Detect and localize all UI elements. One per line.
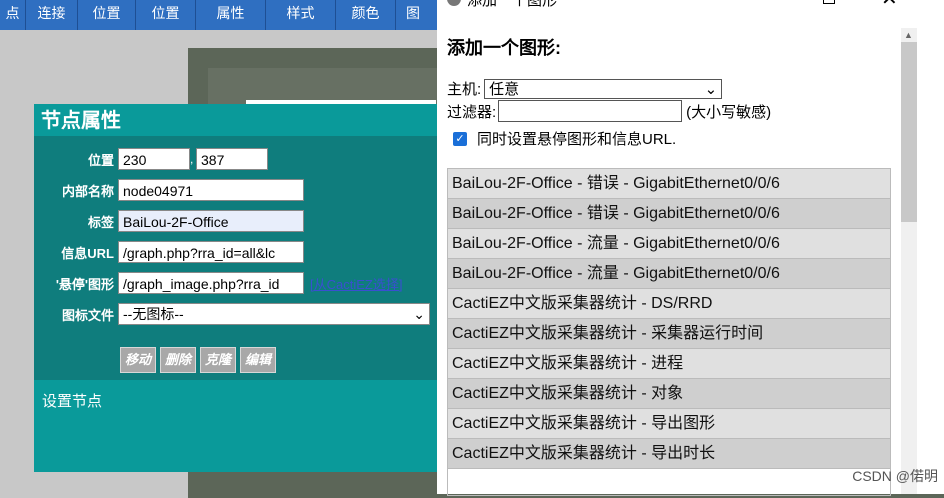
icon-file-select[interactable]: --无图标-- ⌄	[118, 303, 430, 325]
position-x-input[interactable]: 230	[118, 148, 190, 170]
set-node-text: 设置节点	[42, 393, 103, 410]
list-item[interactable]: BaiLou-2F-Office - 流量 - GigabitEthernet0…	[448, 229, 890, 259]
scroll-up-icon[interactable]: ▲	[904, 30, 913, 40]
host-select[interactable]: 任意 ⌄	[484, 78, 723, 99]
list-item[interactable]: BaiLou-2F-Office - 流量 - GigabitEthernet0…	[448, 259, 890, 289]
edit-button[interactable]: 编辑	[240, 347, 277, 373]
toolbar-button[interactable]: 点	[0, 0, 26, 30]
cactiez-select-link[interactable]: [从CactiEZ选择]	[310, 274, 402, 293]
delete-button[interactable]: 删除	[160, 347, 197, 373]
hover-info-checkbox-label: 同时设置悬停图形和信息URL.	[477, 131, 677, 148]
internal-name-label: 内部名称	[61, 183, 114, 199]
add-graph-dialog: 添加一个图形 ✕ 添加一个图形: 主机: 任意 ⌄ 过滤器: (大小写敏感) ✓…	[437, 0, 944, 496]
list-item[interactable]: CactiEZ中文版采集器统计 - DS/RRD	[448, 289, 890, 319]
toolbar-button-properties[interactable]: 属性	[196, 0, 266, 30]
toolbar-button-style[interactable]: 样式	[266, 0, 336, 30]
dialog-scrollbar[interactable]: ▲	[901, 28, 917, 494]
case-sensitive-hint: (大小写敏感)	[686, 103, 772, 121]
top-toolbar: 点 连接 位置 位置 属性 样式 颜色 图	[0, 0, 460, 30]
list-item[interactable]: BaiLou-2F-Office - 错误 - GigabitEthernet0…	[448, 199, 890, 229]
dialog-titlebar: 添加一个图形 ✕	[437, 0, 944, 12]
host-label: 主机:	[447, 81, 482, 98]
dialog-title: 添加一个图形	[467, 0, 558, 9]
filter-label: 过滤器:	[447, 103, 497, 121]
toolbar-button-color[interactable]: 颜色	[336, 0, 396, 30]
clone-button[interactable]: 克隆	[200, 347, 237, 373]
node-action-buttons: 移动 删除 克隆 编辑	[120, 347, 277, 373]
list-item[interactable]: CactiEZ中文版采集器统计 - 对象	[448, 379, 890, 409]
tag-input[interactable]: BaiLou-2F-Office	[118, 210, 304, 232]
close-icon[interactable]: ✕	[881, 0, 898, 11]
panel-title: 节点属性	[34, 104, 437, 136]
info-url-label: 信息URL	[61, 245, 114, 261]
list-item[interactable]: CactiEZ中文版采集器统计 - 导出时长	[448, 439, 890, 469]
icon-file-label: 图标文件	[61, 307, 114, 323]
list-item[interactable]: CactiEZ中文版采集器统计 - 进程	[448, 349, 890, 379]
chevron-down-icon: ⌄	[413, 306, 425, 322]
position-label: 位置	[87, 152, 114, 168]
toolbar-button-position-2[interactable]: 位置	[136, 0, 196, 30]
scroll-thumb[interactable]	[901, 42, 917, 222]
icon-file-value: --无图标--	[123, 306, 184, 322]
host-select-value: 任意	[489, 81, 520, 98]
hover-graph-input[interactable]: /graph_image.php?rra_id	[118, 272, 304, 294]
toolbar-button-position[interactable]: 位置	[78, 0, 136, 30]
list-item[interactable]: CactiEZ中文版采集器统计 - 采集器运行时间	[448, 319, 890, 349]
internal-name-input[interactable]: node04971	[118, 179, 304, 201]
dialog-heading: 添加一个图形:	[447, 38, 561, 58]
panel-footer: 设置节点	[34, 380, 437, 472]
maximize-icon[interactable]	[823, 0, 835, 4]
info-url-input[interactable]: /graph.php?rra_id=all&lc	[118, 241, 304, 263]
hover-graph-label: '悬停'图形	[55, 276, 114, 292]
chevron-down-icon: ⌄	[704, 80, 718, 98]
move-button[interactable]: 移动	[120, 347, 157, 373]
tag-label: 标签	[87, 214, 114, 230]
position-y-input[interactable]: 387	[196, 148, 268, 170]
watermark: CSDN @偌明	[852, 468, 938, 484]
filter-input[interactable]	[498, 100, 683, 122]
list-item[interactable]: BaiLou-2F-Office - 错误 - GigabitEthernet0…	[448, 169, 890, 199]
toolbar-button-connect[interactable]: 连接	[26, 0, 78, 30]
list-item[interactable]: CactiEZ中文版采集器统计 - 导出图形	[448, 409, 890, 439]
graph-list[interactable]: BaiLou-2F-Office - 错误 - GigabitEthernet0…	[447, 168, 891, 496]
hover-info-checkbox[interactable]: ✓	[453, 131, 467, 146]
app-icon	[447, 0, 461, 6]
node-properties-panel: 节点属性 位置 230 , 387 内部名称 node04971 标签 BaiL…	[34, 104, 437, 472]
